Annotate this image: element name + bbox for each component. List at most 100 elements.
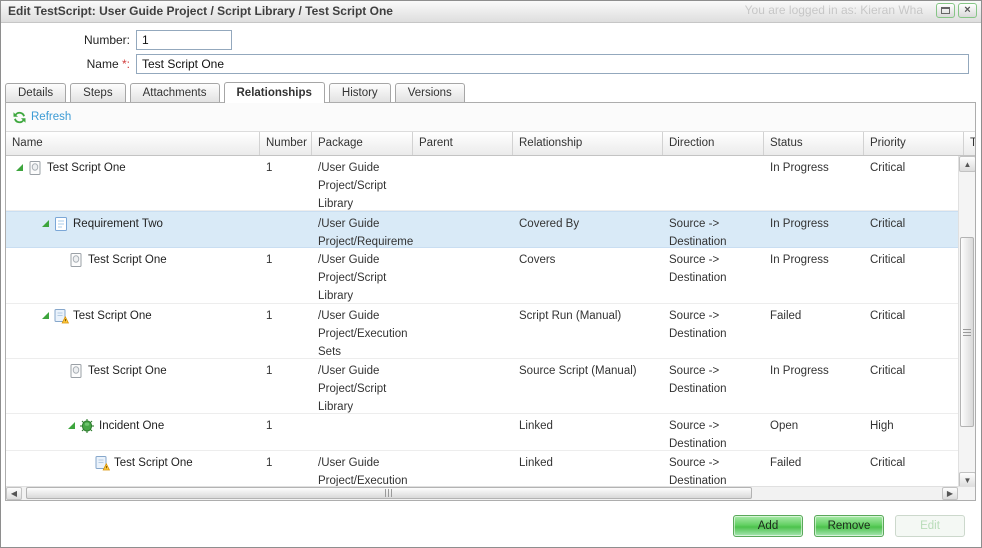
relationship-row[interactable]: Test Script One 1 /User Guide Project/Sc… xyxy=(6,359,975,414)
cell-parent xyxy=(413,156,513,159)
cell-number: 1 xyxy=(260,248,312,269)
cell-relationship: Covered By xyxy=(513,212,663,233)
grid-toolbar: Refresh xyxy=(6,103,975,132)
scroll-grip-icon xyxy=(385,489,394,497)
cell-package: /User Guide Project/Script Library xyxy=(312,248,413,305)
cell-relationship: Linked xyxy=(513,414,663,435)
tree-expander-icon[interactable] xyxy=(42,220,49,227)
tree-expander-icon[interactable] xyxy=(42,312,49,319)
cell-name: Test Script One xyxy=(6,304,260,325)
edit-button[interactable]: Edit xyxy=(895,515,965,537)
relationship-row[interactable]: Test Script One 1 /User Guide Project/Ex… xyxy=(6,304,975,359)
cell-direction: Source -> Destination xyxy=(663,359,764,398)
bug-icon xyxy=(79,418,96,434)
add-button[interactable]: Add xyxy=(733,515,803,537)
column-header-package[interactable]: Package xyxy=(312,132,413,155)
number-field[interactable] xyxy=(136,30,232,50)
cell-status: Failed xyxy=(764,304,864,325)
cell-package: /User Guide Project/Requireme... xyxy=(312,212,413,251)
scroll-left-button[interactable]: ◀ xyxy=(6,487,22,500)
cell-priority: Critical xyxy=(864,451,964,472)
relationship-row[interactable]: Incident One 1 Linked Source -> Destinat… xyxy=(6,414,975,451)
dialog-footer: Add Remove Edit xyxy=(2,500,980,546)
grid-header: Name Number Package Parent Relationship … xyxy=(6,132,975,156)
tab-versions[interactable]: Versions xyxy=(395,83,465,102)
tree-expander-icon[interactable] xyxy=(16,164,23,171)
column-header-status[interactable]: Status xyxy=(764,132,864,155)
cell-number: 1 xyxy=(260,304,312,325)
refresh-link[interactable]: Refresh xyxy=(12,110,71,125)
scroll-up-button[interactable]: ▲ xyxy=(959,156,976,172)
cell-name: Test Script One xyxy=(6,359,260,380)
maximize-button[interactable] xyxy=(936,3,955,18)
script-icon xyxy=(68,252,85,268)
column-header-priority[interactable]: Priority xyxy=(864,132,964,155)
column-header-number[interactable]: Number xyxy=(260,132,312,155)
cell-priority: Critical xyxy=(864,359,964,380)
cell-direction: Source -> Destination xyxy=(663,414,764,453)
cell-number: 1 xyxy=(260,414,312,435)
tab-attachments[interactable]: Attachments xyxy=(130,83,220,102)
horizontal-scroll-thumb[interactable] xyxy=(26,487,752,499)
vertical-scroll-thumb[interactable] xyxy=(960,237,974,427)
cell-package: /User Guide Project/Script Library xyxy=(312,359,413,416)
scroll-right-button[interactable]: ▶ xyxy=(942,487,958,500)
cell-direction xyxy=(663,156,764,159)
relationship-row[interactable]: Test Script One 1 /User Guide Project/Sc… xyxy=(6,156,975,211)
cell-status: In Progress xyxy=(764,156,864,177)
script-warning-icon xyxy=(53,308,70,324)
cell-number: 1 xyxy=(260,359,312,380)
window-buttons: × xyxy=(936,3,977,18)
tab-relationships[interactable]: Relationships xyxy=(224,82,325,103)
column-header-direction[interactable]: Direction xyxy=(663,132,764,155)
cell-parent xyxy=(413,414,513,417)
cell-package: /User Guide Project/Execution Sets xyxy=(312,304,413,361)
cell-relationship: Linked xyxy=(513,451,663,472)
cell-direction: Source -> Destination xyxy=(663,248,764,287)
close-button[interactable]: × xyxy=(958,3,977,18)
tab-steps[interactable]: Steps xyxy=(70,83,125,102)
maximize-icon xyxy=(941,7,950,14)
cell-relationship: Source Script (Manual) xyxy=(513,359,663,380)
background-logged-in-text: You are logged in as: Kieran Wha xyxy=(745,1,923,19)
column-header-parent[interactable]: Parent xyxy=(413,132,513,155)
tab-details[interactable]: Details xyxy=(5,83,66,102)
cell-priority: Critical xyxy=(864,248,964,269)
relationship-row[interactable]: Test Script One 1 /User Guide Project/Sc… xyxy=(6,248,975,304)
edit-testscript-dialog: You are logged in as: Kieran Wha Edit Te… xyxy=(0,0,982,548)
cell-status: Failed xyxy=(764,451,864,472)
cell-parent xyxy=(413,359,513,362)
cell-relationship: Covers xyxy=(513,248,663,269)
requirement-icon xyxy=(53,216,70,232)
dialog-titlebar[interactable]: You are logged in as: Kieran Wha Edit Te… xyxy=(1,1,981,23)
cell-name: Test Script One xyxy=(6,451,260,472)
cell-package xyxy=(312,414,413,417)
cell-direction: Source -> Destination xyxy=(663,212,764,251)
cell-relationship: Script Run (Manual) xyxy=(513,304,663,325)
cell-status: In Progress xyxy=(764,359,864,380)
vertical-scrollbar[interactable]: ▲ ▼ xyxy=(958,156,975,488)
script-icon xyxy=(68,363,85,379)
column-header-relationship[interactable]: Relationship xyxy=(513,132,663,155)
remove-button[interactable]: Remove xyxy=(814,515,884,537)
required-asterisk: *: xyxy=(122,57,130,71)
relationship-row[interactable]: Requirement Two /User Guide Project/Requ… xyxy=(6,211,975,248)
cell-package: /User Guide Project/Execution xyxy=(312,451,413,487)
relationship-row[interactable]: Test Script One 1 /User Guide Project/Ex… xyxy=(6,451,975,487)
horizontal-scrollbar[interactable]: ◀ ▶ xyxy=(6,486,975,500)
column-header-name[interactable]: Name xyxy=(6,132,260,155)
cell-direction: Source -> Destination xyxy=(663,451,764,487)
horizontal-scroll-track[interactable] xyxy=(22,487,942,500)
cell-status: In Progress xyxy=(764,248,864,269)
tab-history[interactable]: History xyxy=(329,83,391,102)
scrollbar-corner xyxy=(958,487,975,500)
cell-parent xyxy=(413,304,513,307)
refresh-icon xyxy=(12,110,27,125)
column-header-type[interactable]: Ty xyxy=(964,132,975,155)
cell-number: 1 xyxy=(260,156,312,177)
form-area: Number: Name *: xyxy=(1,23,981,74)
name-field[interactable] xyxy=(136,54,969,74)
cell-name: Test Script One xyxy=(6,156,260,177)
cell-status: In Progress xyxy=(764,212,864,233)
tree-expander-icon[interactable] xyxy=(68,422,75,429)
